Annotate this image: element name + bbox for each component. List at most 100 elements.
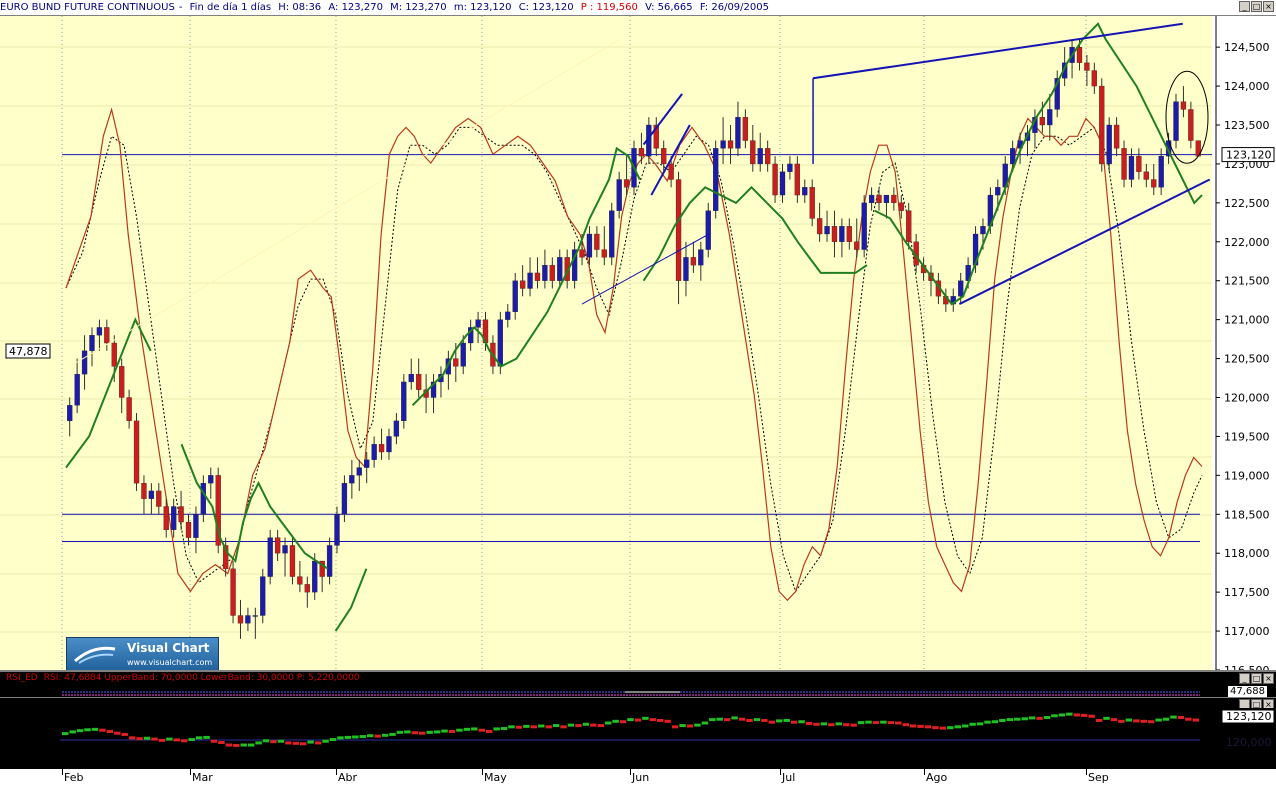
- candle-body: [393, 420, 400, 437]
- mini-bar: [1155, 718, 1162, 722]
- mini-bar: [307, 740, 314, 744]
- candle-body: [453, 358, 459, 367]
- candle-body: [764, 148, 771, 165]
- logo-swoosh-icon: [74, 646, 116, 664]
- price-tick-label: 124,000: [1224, 80, 1270, 93]
- price-chart[interactable]: 116,500117,000117,500118,000118,500119,0…: [0, 16, 1276, 670]
- candle-body: [1173, 101, 1179, 141]
- mini-bar: [277, 739, 285, 743]
- mini-bar: [448, 729, 456, 733]
- candle-body: [1143, 171, 1149, 180]
- candle-body: [698, 249, 704, 266]
- mini-bar: [761, 718, 768, 722]
- candle-body: [289, 545, 296, 577]
- candle-body: [824, 226, 830, 235]
- candle-body: [505, 311, 511, 320]
- candle-body: [757, 148, 763, 165]
- candle-body: [883, 194, 890, 204]
- close-button[interactable]: ×: [1263, 1, 1274, 12]
- candle-body: [527, 272, 533, 289]
- mini-bar: [657, 718, 664, 722]
- candle-body: [416, 373, 422, 390]
- candle-body: [876, 194, 882, 204]
- month-tick: [630, 769, 631, 775]
- mini-bar: [924, 725, 932, 729]
- candle-body: [386, 436, 392, 453]
- mini-bar: [136, 737, 143, 741]
- mini-bar: [783, 718, 790, 722]
- mini-bar: [381, 733, 389, 737]
- mini-bar: [433, 730, 441, 734]
- mini-bar: [575, 724, 582, 728]
- mini-bar: [337, 736, 344, 740]
- rsi-close-button[interactable]: ×: [1263, 673, 1274, 684]
- rsi-header: RSI_ED RSI: 47,6884 UpperBand: 70,0000 Lo…: [0, 670, 1276, 685]
- mini-bar: [396, 730, 404, 734]
- mini-bar: [1088, 714, 1095, 718]
- mini-bar: [478, 728, 485, 732]
- candle-body: [185, 521, 192, 538]
- candle-body: [193, 514, 199, 538]
- mini-bar: [701, 721, 709, 725]
- candle-body: [980, 226, 986, 235]
- candle-body: [683, 257, 689, 281]
- candle-body: [1091, 70, 1097, 87]
- current-price-label: 123,120: [1226, 149, 1272, 162]
- mini-bar: [649, 718, 657, 722]
- mini-bar: [247, 743, 255, 747]
- month-tick: [482, 769, 483, 775]
- month-tick: [336, 769, 337, 775]
- candle-body: [1180, 101, 1187, 110]
- mini-bar: [790, 720, 798, 724]
- rsi-maximize-button[interactable]: □: [1251, 673, 1262, 684]
- mini-bar: [552, 724, 560, 728]
- mini-bar: [530, 725, 538, 729]
- mini-bar: [887, 721, 895, 725]
- candle-body: [802, 187, 808, 196]
- candle-body: [401, 381, 407, 422]
- price-tick-label: 119,000: [1224, 469, 1270, 482]
- mini-bar: [835, 722, 842, 726]
- mini-bar: [642, 716, 649, 720]
- mini-bar: [1043, 716, 1051, 720]
- candle-body: [809, 187, 815, 219]
- price-tick-label: 118,500: [1224, 508, 1270, 521]
- candle-body: [861, 202, 867, 250]
- candle-body: [133, 420, 140, 484]
- mini-bar: [366, 734, 374, 738]
- candle-body: [735, 117, 741, 149]
- candle-body: [148, 490, 155, 499]
- candle-body: [245, 615, 251, 624]
- month-tick: [780, 769, 781, 775]
- candle-body: [126, 397, 132, 422]
- candle-body: [1084, 62, 1090, 71]
- rsi-panel[interactable]: 47,688: [0, 685, 1276, 698]
- price-axis-area: [1212, 16, 1276, 670]
- mini-bar: [723, 718, 731, 722]
- mini-bar: [173, 738, 181, 742]
- candle-body: [74, 373, 80, 406]
- maximize-button[interactable]: □: [1251, 1, 1262, 12]
- month-label: Jun: [632, 771, 650, 784]
- mini-bar: [471, 727, 478, 731]
- price-tick-label: 122,500: [1224, 197, 1270, 210]
- mini-bar: [91, 727, 99, 731]
- candle-body: [1158, 155, 1164, 188]
- price-tick-label: 117,500: [1224, 586, 1270, 599]
- mini-overview-chart[interactable]: 123,120 120,000: [0, 708, 1276, 768]
- mini-bar: [961, 724, 969, 728]
- mini-bar: [560, 725, 567, 729]
- rsi-minimize-button[interactable]: _: [1239, 673, 1250, 684]
- mini-bar: [1073, 713, 1080, 717]
- mini-bar: [1051, 714, 1058, 718]
- candle-body: [1136, 155, 1142, 172]
- mini-bar: [917, 724, 924, 728]
- candle-body: [1047, 109, 1053, 126]
- minimize-button[interactable]: _: [1239, 1, 1250, 12]
- candle-body: [119, 366, 125, 398]
- candle-body: [267, 537, 273, 577]
- mini-bar: [411, 731, 419, 735]
- plot-background: [0, 16, 1212, 670]
- candle-body: [995, 187, 1001, 196]
- low-value: m: 123,120: [453, 2, 512, 13]
